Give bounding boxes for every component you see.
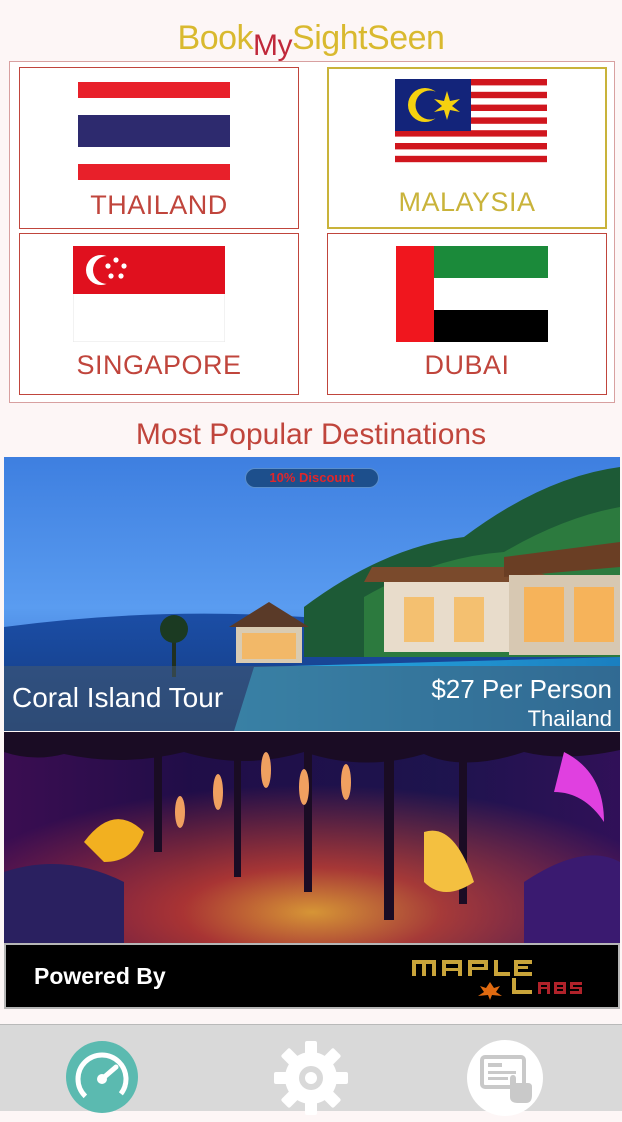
powered-by-label: Powered By bbox=[34, 963, 166, 989]
country-label: THAILAND bbox=[90, 190, 228, 220]
tab-dashboard[interactable] bbox=[64, 1039, 140, 1120]
singapore-flag-icon bbox=[73, 246, 225, 342]
section-heading: Most Popular Destinations bbox=[135, 418, 487, 451]
discount-badge: 10% Discount bbox=[245, 468, 379, 488]
country-card-thailand[interactable]: THAILAND bbox=[19, 67, 299, 229]
touch-card-icon bbox=[467, 1040, 543, 1116]
app-title-my: My bbox=[253, 29, 293, 62]
tour-name: Coral Island Tour bbox=[12, 682, 224, 713]
bottom-tab-bar bbox=[0, 1024, 622, 1116]
tour-price: $27 Per Person bbox=[431, 674, 612, 704]
destination-card-show[interactable] bbox=[4, 732, 620, 944]
dashboard-gauge-icon bbox=[66, 1041, 138, 1113]
gear-icon bbox=[274, 1041, 348, 1115]
maple-labs-logo bbox=[412, 960, 582, 1000]
country-label: MALAYSIA bbox=[398, 187, 536, 217]
country-card-singapore[interactable]: SINGAPORE bbox=[19, 233, 299, 395]
country-card-dubai[interactable]: DUBAI bbox=[327, 233, 607, 395]
show-photo bbox=[4, 732, 620, 944]
country-label: DUBAI bbox=[424, 350, 510, 380]
thailand-flag-icon bbox=[78, 82, 230, 180]
malaysia-flag-icon bbox=[395, 79, 547, 169]
app-title: BookMySightSeen bbox=[0, 18, 622, 62]
country-card-malaysia[interactable]: MALAYSIA bbox=[327, 67, 607, 229]
country-label: SINGAPORE bbox=[76, 350, 242, 380]
app-title-sightseen: SightSeen bbox=[292, 19, 445, 57]
country-grid: THAILAND MALAYSIA SINGAPORE DUBAI bbox=[9, 61, 615, 403]
uae-flag-icon bbox=[396, 246, 548, 342]
app-title-book: Book bbox=[177, 19, 254, 57]
tour-country: Thailand bbox=[527, 706, 612, 731]
